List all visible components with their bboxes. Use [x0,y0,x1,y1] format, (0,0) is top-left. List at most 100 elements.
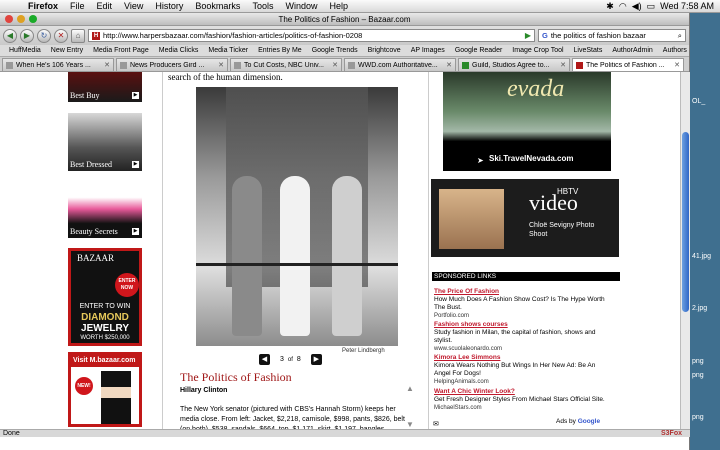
menu-help[interactable]: Help [323,1,354,11]
sponsored-link-title[interactable]: Kimora Lee Simmons [434,354,612,362]
article-photo[interactable] [196,87,398,346]
zoom-window-icon[interactable] [29,15,37,23]
tab-close-icon[interactable]: ✕ [104,61,110,69]
bazaar-sweepstakes-ad[interactable]: BAZAAR ENTER NOW ENTER TO WIN DIAMOND JE… [68,248,142,346]
back-button[interactable]: ◀ [3,28,17,43]
sponsored-link-url[interactable]: www.scuolaleonardo.com [434,345,612,353]
desktop-file[interactable]: 41.jpg [692,253,711,260]
sponsored-link-title[interactable]: Want A Chic Winter Look? [434,388,612,396]
video-description[interactable]: Chloë Sevigny Photo Shoot [529,221,613,239]
sponsored-link[interactable]: The Price Of Fashion How Much Does A Fas… [434,288,612,320]
desktop-file[interactable]: png [692,372,704,379]
vertical-scrollbar[interactable] [680,72,690,429]
tab-close-icon[interactable]: ✕ [446,61,452,69]
url-text[interactable]: http://www.harpersbazaar.com/fashion/fas… [103,31,522,40]
sponsored-link-title[interactable]: Fashion shows courses [434,321,612,329]
desktop-file[interactable]: 2.jpg [692,305,707,312]
battery-icon[interactable]: ▭ [647,1,656,12]
next-slide-button[interactable]: ▶ [310,354,322,365]
minimize-window-icon[interactable] [17,15,25,23]
bookmark-authoradmin[interactable]: AuthorAdmin [607,47,657,54]
pager-total: 8 [296,356,301,363]
arrow-icon[interactable]: ▶ [132,161,139,168]
tab-close-icon[interactable]: ✕ [560,61,566,69]
ads-by-google[interactable]: Ads by Google [556,418,600,425]
menu-edit[interactable]: Edit [91,1,119,11]
tab-close-icon[interactable]: ✕ [332,61,338,69]
tab-5[interactable]: Guild, Studios Agree to... ✕ [458,58,570,71]
tab-3[interactable]: To Cut Costs, NBC Univ... ✕ [230,58,342,71]
sponsored-link[interactable]: Kimora Lee Simmons Kimora Wears Nothing … [434,354,612,386]
enter-now-badge[interactable]: ENTER NOW [115,273,139,297]
tab-close-icon[interactable]: ✕ [218,61,224,69]
bookmark-livestats[interactable]: LiveStats [569,47,608,54]
bookmark-authors[interactable]: Authors [658,47,692,54]
search-query[interactable]: the politics of fashion bazaar [551,31,675,40]
close-window-icon[interactable] [5,15,13,23]
menu-tools[interactable]: Tools [246,1,279,11]
best-buy-ad[interactable]: Best Buy ▶ [68,72,142,102]
volume-icon[interactable]: ◀) [632,1,642,12]
go-arrow-icon[interactable]: ▶ [525,31,531,40]
clock[interactable]: Wed 7:58 AM [660,1,714,11]
bluetooth-icon[interactable]: ✱ [606,1,614,12]
s3fox-button[interactable]: S3Fox [661,430,682,437]
column-divider [162,72,163,429]
bookmark-image-crop-tool[interactable]: Image Crop Tool [507,47,568,54]
bookmark-brightcove[interactable]: Brightcove [363,47,406,54]
url-bar[interactable]: H http://www.harpersbazaar.com/fashion/f… [88,29,535,42]
desktop-file[interactable]: png [692,358,704,365]
menu-window[interactable]: Window [279,1,323,11]
tab-close-icon[interactable]: ✕ [674,61,680,69]
arrow-icon[interactable]: ▶ [132,228,139,235]
desktop-file[interactable]: png [692,414,704,421]
hbtv-video-ad[interactable]: HBTV video Chloë Sevigny Photo Shoot [431,179,619,257]
mbazaar-ad[interactable]: Visit M.bazaar.com NEW! [68,352,142,427]
menu-file[interactable]: File [64,1,91,11]
sponsored-link-url[interactable]: MichaelStars.com [434,404,612,412]
menu-firefox[interactable]: Firefox [22,1,64,11]
travel-nevada-ad[interactable]: evada ➤ Ski.TravelNevada.com [443,72,611,171]
tab-1[interactable]: When He's 106 Years ... ✕ [2,58,114,71]
scrollbar-thumb[interactable] [682,132,689,312]
video-thumbnail[interactable] [439,189,504,249]
bookmark-media-ticker[interactable]: Media Ticker [203,47,253,54]
sponsored-link-title[interactable]: The Price Of Fashion [434,288,612,296]
bookmark-entries-by-me[interactable]: Entries By Me [253,47,307,54]
desktop-file[interactable]: OL_ [692,98,705,105]
menu-bookmarks[interactable]: Bookmarks [189,1,246,11]
best-dressed-ad[interactable]: Best Dressed ▶ [68,113,142,171]
sponsored-link[interactable]: Fashion shows courses Study fashion in M… [434,321,612,353]
sponsored-link-url[interactable]: HelpingAnimals.com [434,378,612,386]
bookmark-google-reader[interactable]: Google Reader [450,47,507,54]
reload-button[interactable]: ↻ [37,28,51,43]
home-button[interactable]: ⌂ [71,28,85,43]
bookmark-media-clicks[interactable]: Media Clicks [154,47,204,54]
bookmark-media-front-page[interactable]: Media Front Page [88,47,154,54]
bookmark-huffmedia[interactable]: HuffMedia [4,47,46,54]
caption-scroll-down-icon[interactable]: ▼ [406,420,414,429]
forward-button[interactable]: ▶ [20,28,34,43]
stop-button[interactable]: ✕ [54,28,68,43]
sponsored-link[interactable]: Want A Chic Winter Look? Get Fresh Desig… [434,388,612,412]
menu-view[interactable]: View [118,1,149,11]
beauty-secrets-ad[interactable]: Beauty Secrets ▶ [68,180,142,238]
sponsored-link-url[interactable]: Portfolio.com [434,312,612,320]
previous-slide-button[interactable]: ◀ [259,354,270,365]
arrow-icon[interactable]: ▶ [132,92,139,99]
feedback-icon[interactable]: ✉ [433,420,439,428]
bookmark-ap-images[interactable]: AP Images [406,47,450,54]
google-search-icon[interactable]: G [542,31,548,40]
search-box[interactable]: G the politics of fashion bazaar ⌕ [538,29,686,42]
menu-history[interactable]: History [149,1,189,11]
mbazaar-brand: Visit M.bazaar.com [71,355,139,367]
tab-2[interactable]: News Producers Gird ... ✕ [116,58,228,71]
bookmark-google-trends[interactable]: Google Trends [307,47,363,54]
nevada-url[interactable]: Ski.TravelNevada.com [489,154,574,163]
search-magnifier-icon[interactable]: ⌕ [678,31,682,41]
tab-4[interactable]: WWD.com Authoritative... ✕ [344,58,456,71]
tab-6-active[interactable]: The Politics of Fashion ... ✕ [572,58,684,71]
bookmark-new-entry[interactable]: New Entry [46,47,88,54]
wifi-icon[interactable]: ◠ [619,1,627,12]
caption-scroll-up-icon[interactable]: ▲ [406,384,414,393]
